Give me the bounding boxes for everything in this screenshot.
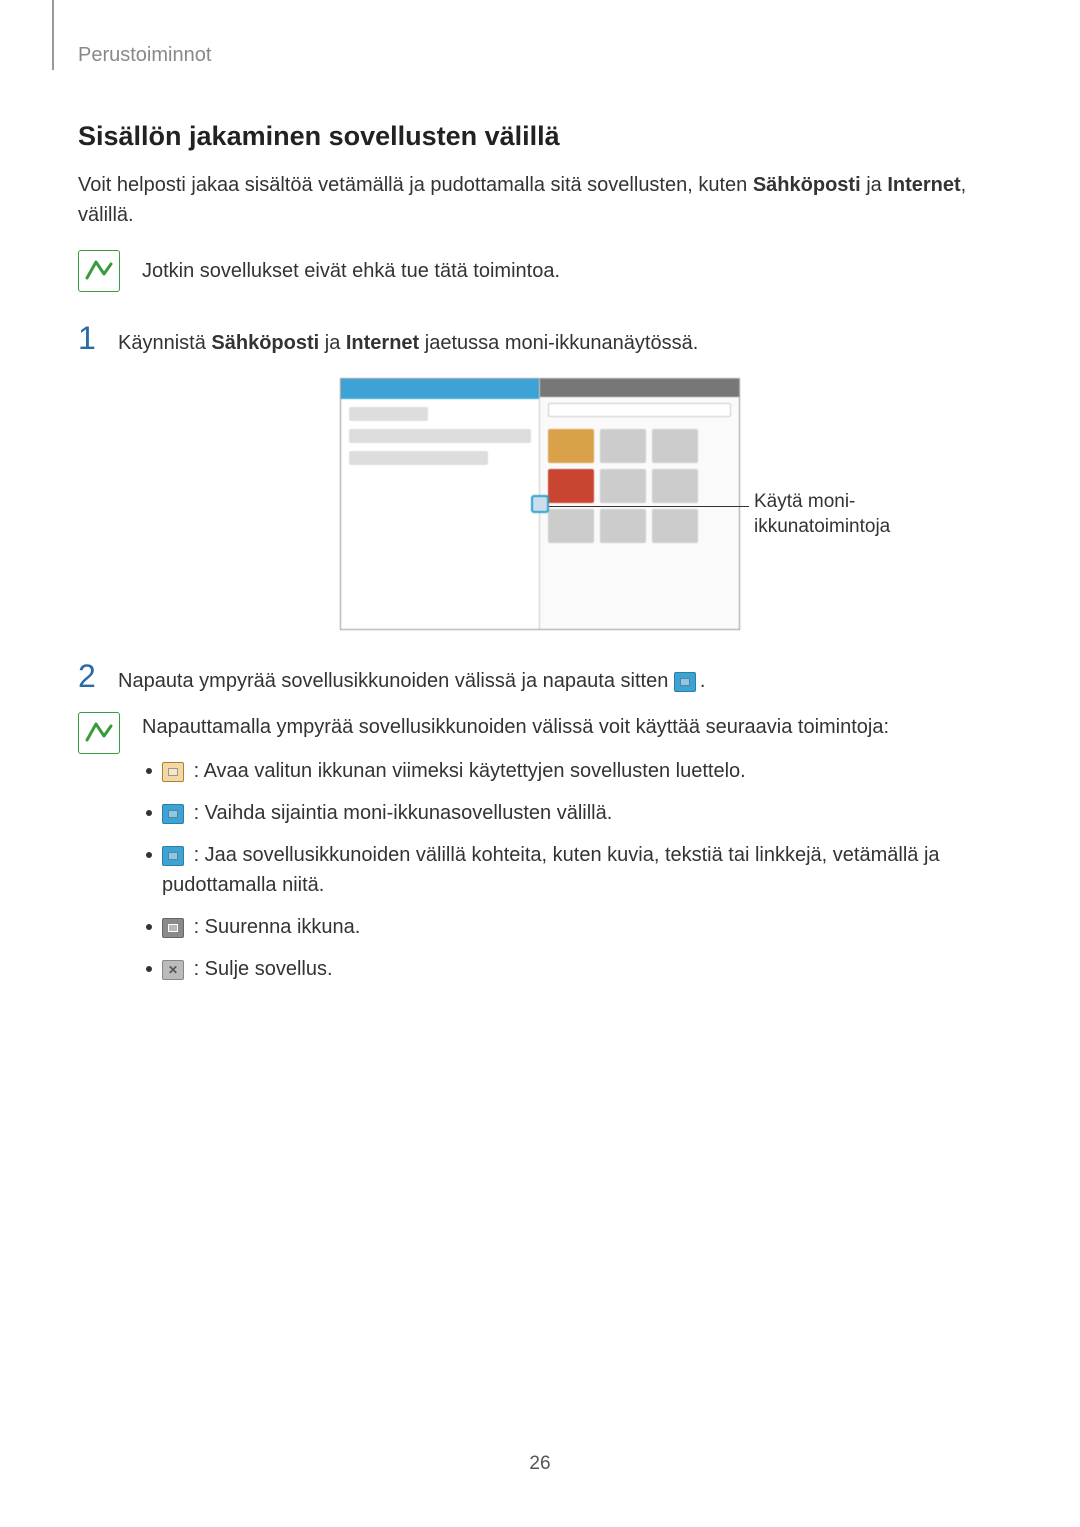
bullet-icon [146, 966, 152, 972]
multiwindow-handle-icon [531, 495, 549, 513]
header-divider [52, 0, 54, 70]
maximize-icon [162, 918, 184, 938]
screenshot-left-pane [341, 379, 540, 629]
intro-bold-1: Sähköposti [753, 174, 861, 196]
list-item: : Suurenna ikkuna. [146, 912, 1002, 942]
recent-apps-icon [162, 762, 184, 782]
multiwindow-screenshot [340, 378, 740, 630]
note-2-body: Napauttamalla ympyrää sovellusikkunoiden… [142, 712, 1002, 996]
intro-mid: ja [861, 174, 888, 196]
step1-bold1: Sähköposti [211, 332, 319, 354]
callout-line [549, 506, 749, 507]
list-item: : Jaa sovellusikkunoiden välillä kohteit… [146, 840, 1002, 900]
list-item: ✕ : Sulje sovellus. [146, 954, 1002, 984]
page-content: Perustoiminnot Sisällön jakaminen sovell… [0, 0, 1080, 996]
intro-pre: Voit helposti jakaa sisältöä vetämällä j… [78, 174, 753, 196]
note-2-lead: Napauttamalla ympyrää sovellusikkunoiden… [142, 712, 1002, 742]
icon-description-list: : Avaa valitun ikkunan viimeksi käytetty… [146, 756, 1002, 984]
note-icon-2 [78, 712, 120, 754]
bullet-icon [146, 768, 152, 774]
bullet-icon [146, 924, 152, 930]
page-heading: Sisällön jakaminen sovellusten välillä [78, 121, 1002, 152]
section-header: Perustoiminnot [78, 44, 1002, 67]
step1-mid: ja [319, 332, 346, 354]
drag-share-icon [162, 846, 184, 866]
step-2-number: 2 [78, 660, 100, 692]
li-text-4: : Sulje sovellus. [194, 958, 333, 980]
step-1-number: 1 [78, 322, 100, 354]
step-2-row: 2 Napauta ympyrää sovellusikkunoiden väl… [78, 660, 1002, 696]
share-inline-icon [674, 672, 696, 692]
li-text-0: : Avaa valitun ikkunan viimeksi käytetty… [194, 760, 746, 782]
step-2-text: Napauta ympyrää sovellusikkunoiden välis… [118, 660, 705, 696]
step2-tail: . [700, 670, 706, 692]
note-block-1: Jotkin sovellukset eivät ehkä tue tätä t… [78, 250, 1002, 292]
step1-pre: Käynnistä [118, 332, 211, 354]
step2-text: Napauta ympyrää sovellusikkunoiden välis… [118, 670, 674, 692]
step1-post: jaetussa moni-ikkunanäytössä. [419, 332, 698, 354]
figure-area: Käytä moni-ikkunatoimintoja [78, 378, 1002, 630]
close-icon: ✕ [162, 960, 184, 980]
note-icon [78, 250, 120, 292]
bullet-icon [146, 852, 152, 858]
note-1-text: Jotkin sovellukset eivät ehkä tue tätä t… [142, 250, 560, 286]
page-number: 26 [0, 1453, 1080, 1475]
intro-paragraph: Voit helposti jakaa sisältöä vetämällä j… [78, 170, 1002, 230]
li-text-2: : Jaa sovellusikkunoiden välillä kohteit… [162, 844, 940, 896]
list-item: : Avaa valitun ikkunan viimeksi käytetty… [146, 756, 1002, 786]
step-1-text: Käynnistä Sähköposti ja Internet jaetuss… [118, 322, 698, 358]
note-block-2: Napauttamalla ympyrää sovellusikkunoiden… [78, 712, 1002, 996]
list-item: : Vaihda sijaintia moni-ikkunasovelluste… [146, 798, 1002, 828]
li-text-1: : Vaihda sijaintia moni-ikkunasovelluste… [194, 802, 613, 824]
intro-bold-2: Internet [887, 174, 960, 196]
bullet-icon [146, 810, 152, 816]
screenshot-right-pane [540, 379, 739, 629]
step-1-row: 1 Käynnistä Sähköposti ja Internet jaetu… [78, 322, 1002, 358]
li-text-3: : Suurenna ikkuna. [194, 916, 361, 938]
callout-label: Käytä moni-ikkunatoimintoja [754, 490, 954, 539]
step1-bold2: Internet [346, 332, 419, 354]
swap-position-icon [162, 804, 184, 824]
